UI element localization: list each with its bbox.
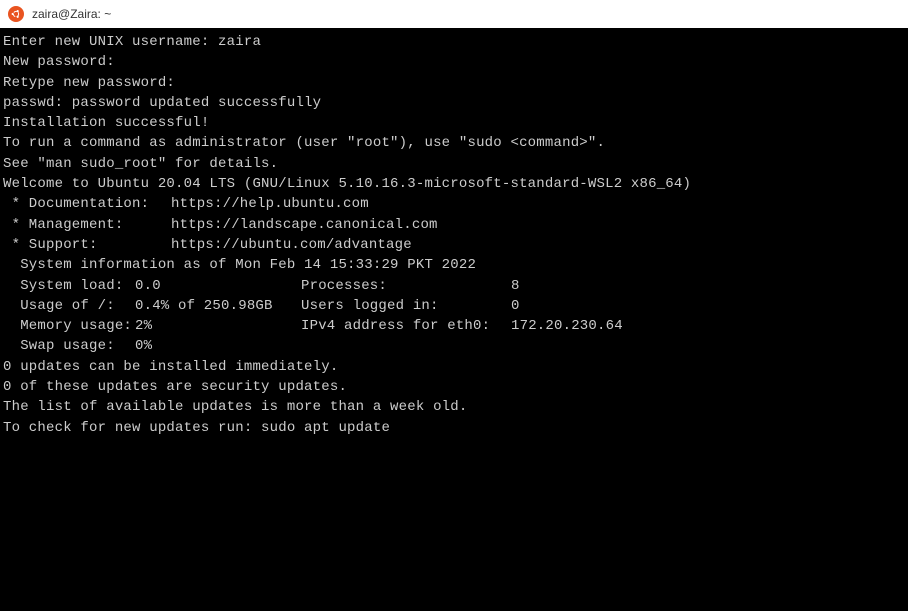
sys-load-value: 0.0 (135, 276, 301, 296)
sudo-hint-1: To run a command as administrator (user … (3, 133, 905, 153)
table-row: Memory usage:2%IPv4 address for eth0:172… (3, 316, 905, 336)
ubuntu-icon (8, 6, 24, 22)
mgmt-link-row: * Management:https://landscape.canonical… (3, 215, 905, 235)
users-value: 0 (511, 296, 905, 316)
usage-value: 0.4% of 250.98GB (135, 296, 301, 316)
processes-label: Processes: (301, 276, 511, 296)
sys-load-label: System load: (3, 276, 135, 296)
swap-value: 0% (135, 336, 301, 356)
ipv4-label: IPv4 address for eth0: (301, 316, 511, 336)
empty-cell (511, 336, 905, 356)
table-row: System load:0.0Processes:8 (3, 276, 905, 296)
support-link-row: * Support:https://ubuntu.com/advantage (3, 235, 905, 255)
title-bar[interactable]: zaira@Zaira: ~ (0, 0, 908, 28)
welcome-banner: Welcome to Ubuntu 20.04 LTS (GNU/Linux 5… (3, 174, 905, 194)
updates-stale-notice: The list of available updates is more th… (3, 397, 905, 417)
support-label: * Support: (3, 235, 171, 255)
users-label: Users logged in: (301, 296, 511, 316)
terminal-output[interactable]: Enter new UNIX username: zairaNew passwo… (0, 28, 908, 611)
table-row: Swap usage:0% (3, 336, 905, 356)
sudo-hint-2: See "man sudo_root" for details. (3, 154, 905, 174)
swap-label: Swap usage: (3, 336, 135, 356)
passwd-success: passwd: password updated successfully (3, 93, 905, 113)
apt-update-hint: To check for new updates run: sudo apt u… (3, 418, 905, 438)
doc-label: * Documentation: (3, 194, 171, 214)
updates-count: 0 updates can be installed immediately. (3, 357, 905, 377)
install-success: Installation successful! (3, 113, 905, 133)
mgmt-url: https://landscape.canonical.com (171, 215, 438, 235)
sysinfo-header: System information as of Mon Feb 14 15:3… (3, 255, 905, 275)
prompt-username: Enter new UNIX username: zaira (3, 32, 905, 52)
table-row: Usage of /:0.4% of 250.98GBUsers logged … (3, 296, 905, 316)
memory-value: 2% (135, 316, 301, 336)
support-url: https://ubuntu.com/advantage (171, 235, 412, 255)
window-title: zaira@Zaira: ~ (32, 7, 111, 21)
sysinfo-table: System load:0.0Processes:8 Usage of /:0.… (3, 276, 905, 357)
memory-label: Memory usage: (3, 316, 135, 336)
doc-url: https://help.ubuntu.com (171, 194, 369, 214)
ipv4-value: 172.20.230.64 (511, 316, 905, 336)
doc-link-row: * Documentation:https://help.ubuntu.com (3, 194, 905, 214)
usage-label: Usage of /: (3, 296, 135, 316)
mgmt-label: * Management: (3, 215, 171, 235)
security-updates-count: 0 of these updates are security updates. (3, 377, 905, 397)
prompt-retype-password: Retype new password: (3, 73, 905, 93)
empty-cell (301, 336, 511, 356)
processes-value: 8 (511, 276, 905, 296)
prompt-new-password: New password: (3, 52, 905, 72)
